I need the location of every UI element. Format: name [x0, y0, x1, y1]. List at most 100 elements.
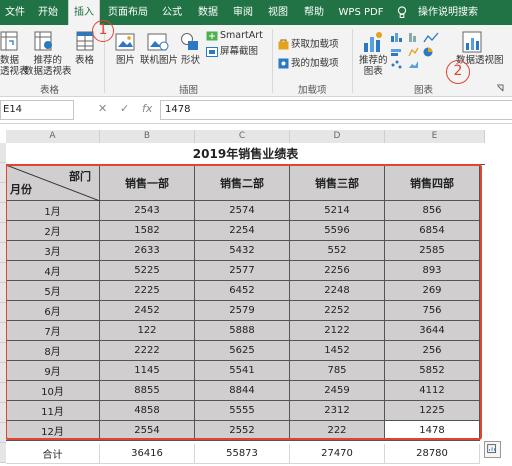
value-cell[interactable]: 893 [385, 261, 480, 281]
total-value-cell[interactable]: 55873 [195, 444, 290, 464]
value-cell[interactable]: 5596 [290, 221, 385, 241]
value-cell[interactable]: 256 [385, 341, 480, 361]
column-header-b[interactable]: B [100, 130, 195, 143]
month-cell[interactable]: 5月 [6, 281, 100, 301]
insert-function-icon[interactable]: fx [142, 102, 152, 115]
month-cell[interactable]: 2月 [6, 221, 100, 241]
value-cell[interactable]: 2452 [100, 301, 195, 321]
row-header[interactable] [0, 143, 6, 163]
value-cell[interactable]: 1145 [100, 361, 195, 381]
picture-button[interactable]: 图片 [116, 55, 135, 66]
month-cell[interactable]: 11月 [6, 401, 100, 421]
value-cell[interactable]: 756 [385, 301, 480, 321]
row-header[interactable] [0, 283, 6, 303]
value-cell[interactable]: 5541 [195, 361, 290, 381]
column-header-c[interactable]: C [195, 130, 290, 143]
value-cell[interactable]: 2574 [195, 201, 290, 221]
month-cell[interactable]: 10月 [6, 381, 100, 401]
row-header[interactable] [0, 303, 6, 323]
tab-help[interactable]: 帮助 [300, 0, 328, 25]
tab-home[interactable]: 开始 [33, 0, 63, 25]
row-header[interactable] [0, 363, 6, 383]
value-cell[interactable]: 552 [290, 241, 385, 261]
row-header[interactable] [0, 443, 6, 463]
row-header[interactable] [0, 343, 6, 363]
value-cell[interactable]: 2122 [290, 321, 385, 341]
value-cell[interactable]: 5214 [290, 201, 385, 221]
header-cell[interactable]: 销售四部 [385, 165, 480, 201]
row-header[interactable] [0, 183, 6, 203]
row-header[interactable] [0, 163, 6, 183]
month-cell[interactable]: 9月 [6, 361, 100, 381]
screenshot-button[interactable]: 屏幕截图 [220, 46, 258, 57]
month-cell[interactable]: 1月 [6, 201, 100, 221]
row-header[interactable] [0, 263, 6, 283]
value-cell[interactable]: 3644 [385, 321, 480, 341]
tab-view[interactable]: 视图 [264, 0, 292, 25]
tab-wps-pdf[interactable]: WPS PDF [336, 0, 386, 25]
month-cell[interactable]: 3月 [6, 241, 100, 261]
value-cell[interactable]: 8844 [195, 381, 290, 401]
online-picture-button[interactable]: 联机图片 [140, 55, 178, 66]
row-header[interactable] [0, 423, 6, 443]
value-cell[interactable]: 269 [385, 281, 480, 301]
recommended-pivot-button[interactable]: 推荐的 数据透视表 [24, 55, 72, 77]
shapes-button[interactable]: 形状 [181, 55, 200, 66]
active-cell[interactable]: 1478 [385, 421, 480, 441]
month-cell[interactable]: 6月 [6, 301, 100, 321]
value-cell[interactable]: 2225 [100, 281, 195, 301]
value-cell[interactable]: 2552 [195, 421, 290, 441]
value-cell[interactable]: 2312 [290, 401, 385, 421]
value-cell[interactable]: 2256 [290, 261, 385, 281]
dialog-launcher-icon[interactable] [496, 84, 504, 92]
value-cell[interactable]: 5225 [100, 261, 195, 281]
value-cell[interactable]: 2579 [195, 301, 290, 321]
value-cell[interactable]: 222 [290, 421, 385, 441]
column-header-d[interactable]: D [290, 130, 385, 143]
row-header[interactable] [0, 223, 6, 243]
value-cell[interactable]: 5432 [195, 241, 290, 261]
value-cell[interactable]: 2633 [100, 241, 195, 261]
value-cell[interactable]: 2554 [100, 421, 195, 441]
total-value-cell[interactable]: 28780 [385, 444, 480, 464]
recommended-charts-button[interactable]: 推荐的 图表 [359, 55, 388, 77]
row-header[interactable] [0, 243, 6, 263]
value-cell[interactable]: 1225 [385, 401, 480, 421]
formula-input[interactable]: 1478 [160, 100, 512, 120]
header-cell[interactable]: 销售三部 [290, 165, 385, 201]
total-label-cell[interactable]: 合计 [6, 444, 100, 464]
value-cell[interactable]: 6854 [385, 221, 480, 241]
month-cell[interactable]: 4月 [6, 261, 100, 281]
value-cell[interactable]: 122 [100, 321, 195, 341]
value-cell[interactable]: 2577 [195, 261, 290, 281]
value-cell[interactable]: 5888 [195, 321, 290, 341]
corner-header-cell[interactable]: 部门 月份 [6, 165, 100, 201]
tab-page-layout[interactable]: 页面布局 [106, 0, 150, 25]
value-cell[interactable]: 8855 [100, 381, 195, 401]
value-cell[interactable]: 5555 [195, 401, 290, 421]
month-cell[interactable]: 12月 [6, 421, 100, 441]
value-cell[interactable]: 1452 [290, 341, 385, 361]
tab-data[interactable]: 数据 [194, 0, 222, 25]
value-cell[interactable]: 2248 [290, 281, 385, 301]
total-value-cell[interactable]: 36416 [100, 444, 195, 464]
tab-formulas[interactable]: 公式 [158, 0, 186, 25]
cancel-icon[interactable]: ✕ [98, 102, 107, 115]
total-value-cell[interactable]: 27470 [290, 444, 385, 464]
table-button[interactable]: 表格 [75, 55, 94, 66]
value-cell[interactable]: 6452 [195, 281, 290, 301]
my-addins-button[interactable]: 我的加载项 [291, 58, 339, 69]
value-cell[interactable]: 2543 [100, 201, 195, 221]
header-cell[interactable]: 销售一部 [100, 165, 195, 201]
tab-file[interactable]: 文件 [0, 0, 30, 25]
tab-insert[interactable]: 插入 [68, 0, 100, 25]
value-cell[interactable]: 856 [385, 201, 480, 221]
value-cell[interactable]: 785 [290, 361, 385, 381]
value-cell[interactable]: 4112 [385, 381, 480, 401]
tab-review[interactable]: 审阅 [229, 0, 257, 25]
confirm-icon[interactable]: ✓ [120, 102, 129, 115]
header-cell[interactable]: 销售二部 [195, 165, 290, 201]
value-cell[interactable]: 2254 [195, 221, 290, 241]
column-header-a[interactable]: A [6, 130, 100, 143]
value-cell[interactable]: 2459 [290, 381, 385, 401]
